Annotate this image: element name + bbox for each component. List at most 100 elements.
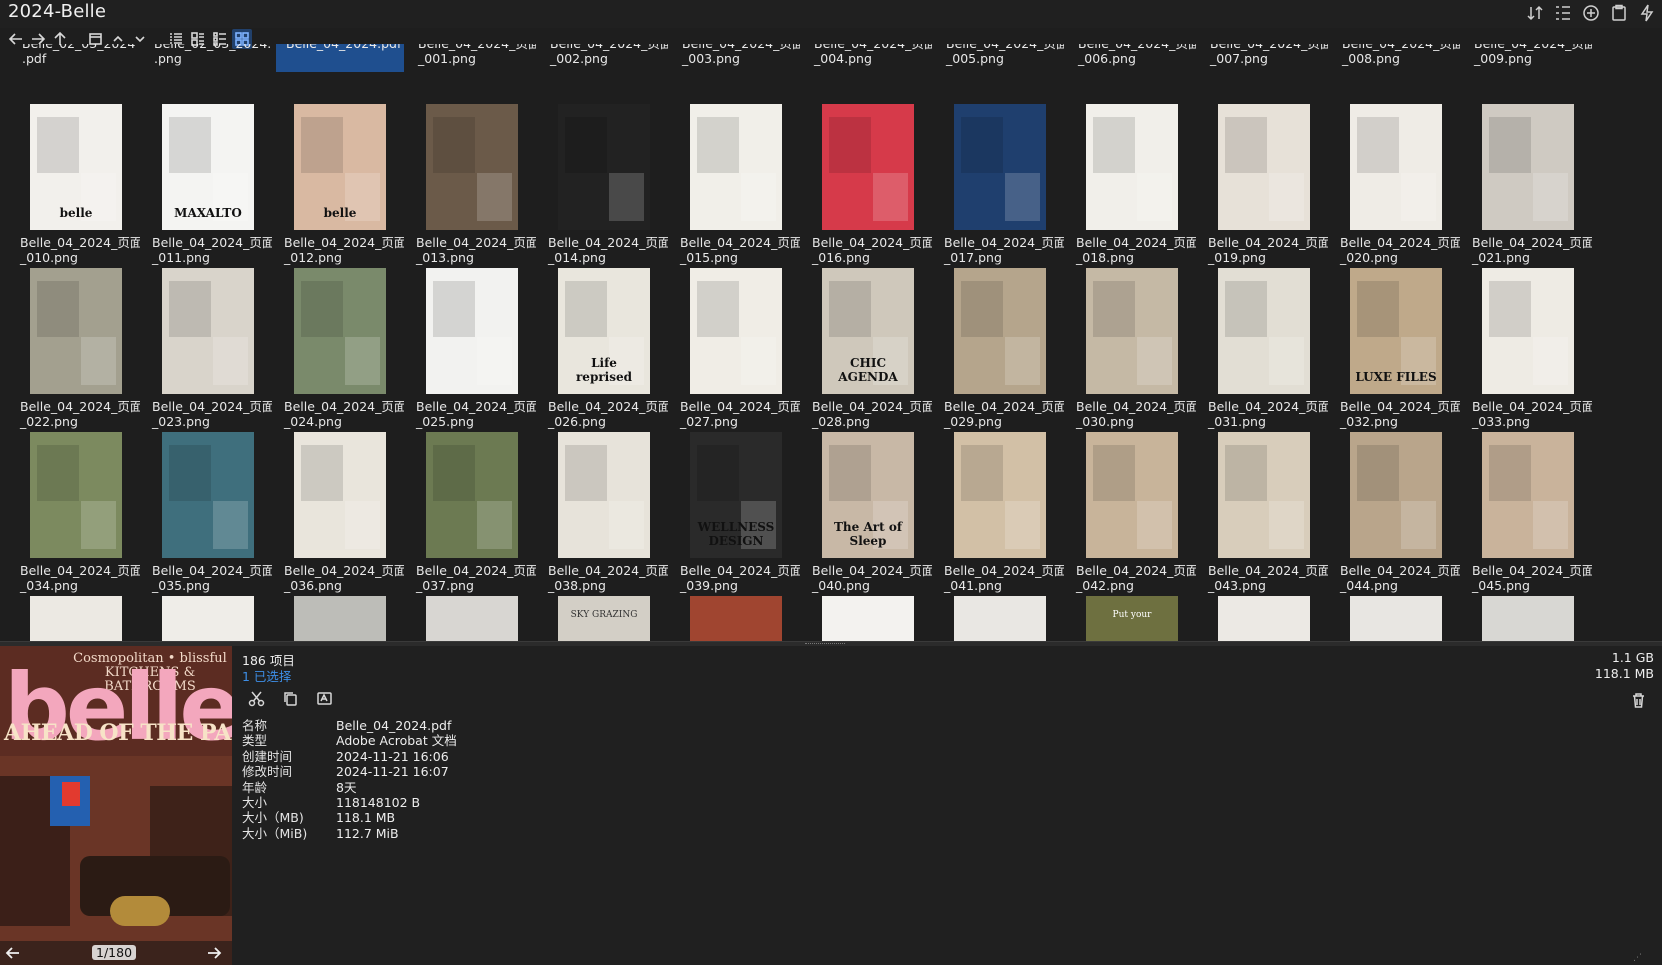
file-item[interactable]: Belle_04_2024_页面 _022.png xyxy=(12,228,140,429)
file-thumbnail xyxy=(426,268,518,394)
property-value: Belle_04_2024.pdf xyxy=(336,718,452,733)
file-item[interactable]: Belle_04_2024_页面 _016.png xyxy=(804,64,932,265)
preview-next-button[interactable] xyxy=(204,943,224,963)
preview-prev-button[interactable] xyxy=(3,943,23,963)
file-item[interactable]: Belle_04_2024_页面 _018.png xyxy=(1068,64,1196,265)
file-thumbnail xyxy=(690,268,782,394)
file-item[interactable]: Belle_04_2024_页面 _036.png xyxy=(276,392,404,593)
properties-list: 名称 Belle_04_2024.pdf 类型 Adobe Acrobat 文档 创建时… xyxy=(242,718,457,841)
file-item[interactable]: MAXALTO Belle_04_2024_页面 _011.png xyxy=(144,64,272,265)
add-circle-icon[interactable] xyxy=(1582,4,1600,22)
file-thumbnail: belle xyxy=(30,104,122,230)
file-item[interactable]: Belle_04_2024_页面 _044.png xyxy=(1332,392,1460,593)
file-item[interactable] xyxy=(804,556,932,641)
lightning-icon[interactable] xyxy=(1638,4,1656,22)
property-row: 年龄 8天 xyxy=(242,780,457,795)
property-key: 创建时间 xyxy=(242,748,293,764)
file-item[interactable] xyxy=(936,556,1064,641)
cut-button[interactable] xyxy=(246,688,266,708)
file-item[interactable] xyxy=(144,556,272,641)
file-item[interactable]: The Art of Sleep Belle_04_2024_页面 _040.png xyxy=(804,392,932,593)
file-thumbnail xyxy=(690,104,782,230)
file-thumbnail xyxy=(1482,268,1574,394)
file-item[interactable]: Belle_04_2024_页面 _034.png xyxy=(12,392,140,593)
file-name-line1: Belle_04_2024_页面 xyxy=(814,44,932,51)
file-item[interactable]: Belle_04_2024_页面 _037.png xyxy=(408,392,536,593)
property-value: Adobe Acrobat 文档 xyxy=(336,733,457,749)
preview-page-indicator: 1/180 xyxy=(92,945,137,960)
file-thumbnail xyxy=(30,596,122,641)
top-right-toolbar xyxy=(1526,4,1656,22)
file-item[interactable]: Belle_04_2024_页面 _023.png xyxy=(144,228,272,429)
property-value: 8天 xyxy=(336,779,357,795)
file-item[interactable]: belle Belle_04_2024_页面 _012.png xyxy=(276,64,404,265)
file-item[interactable]: Belle_04_2024_页面 _045.png xyxy=(1464,392,1592,593)
file-actions xyxy=(246,688,334,708)
property-key: 类型 xyxy=(242,733,268,749)
file-item[interactable]: CHIC AGENDA Belle_04_2024_页面 _028.png xyxy=(804,228,932,429)
selected-count[interactable]: 1 已选择 xyxy=(242,666,291,685)
file-item[interactable]: Belle_04_2024_页面 _042.png xyxy=(1068,392,1196,593)
file-item[interactable]: Belle_04_2024_页面 _031.png xyxy=(1200,228,1328,429)
file-item[interactable] xyxy=(672,556,800,641)
file-thumbnail xyxy=(1218,268,1310,394)
file-item[interactable]: Belle_04_2024_页面 _015.png xyxy=(672,64,800,265)
file-item[interactable]: Belle_04_2024_页面 _019.png xyxy=(1200,64,1328,265)
file-item[interactable]: Belle_04_2024_页面 _035.png xyxy=(144,392,272,593)
file-item[interactable]: Belle_04_2024_页面 _014.png xyxy=(540,64,668,265)
file-item[interactable]: Life reprised Belle_04_2024_页面 _026.png xyxy=(540,228,668,429)
rename-icon xyxy=(316,691,332,705)
file-item[interactable]: Belle_04_2024_页面 _025.png xyxy=(408,228,536,429)
file-item[interactable]: Belle_04_2024_页面 _017.png xyxy=(936,64,1064,265)
file-item[interactable]: Belle_04_2024_页面 _029.png xyxy=(936,228,1064,429)
file-item[interactable]: Belle_04_2024_页面 _038.png xyxy=(540,392,668,593)
file-thumbnail: SKY GRAZING xyxy=(558,596,650,641)
file-item[interactable] xyxy=(1464,556,1592,641)
thumbnail-text: LUXE FILES xyxy=(1355,370,1437,384)
file-item[interactable] xyxy=(1332,556,1460,641)
file-item[interactable]: SKY GRAZING xyxy=(540,556,668,641)
sort-icon[interactable] xyxy=(1526,4,1544,22)
file-item[interactable]: Put your xyxy=(1068,556,1196,641)
thumbnail-text: MAXALTO xyxy=(174,206,242,220)
checklist-icon[interactable] xyxy=(1554,4,1572,22)
file-item[interactable] xyxy=(276,556,404,641)
file-thumbnail xyxy=(426,596,518,641)
file-item[interactable] xyxy=(1200,556,1328,641)
file-item[interactable]: Belle_04_2024_页面 _020.png xyxy=(1332,64,1460,265)
splitter-grip[interactable] xyxy=(805,643,845,645)
resize-grip-icon[interactable]: ⋰ xyxy=(1633,953,1642,963)
file-thumbnail xyxy=(558,432,650,558)
file-item[interactable]: Belle_04_2024_页面 _043.png xyxy=(1200,392,1328,593)
file-thumbnail xyxy=(30,432,122,558)
file-item[interactable]: Belle_04_2024_页面 _021.png xyxy=(1464,64,1592,265)
trash-icon xyxy=(1632,692,1644,708)
file-item[interactable]: Belle_04_2024_页面 _030.png xyxy=(1068,228,1196,429)
file-thumbnail xyxy=(1350,432,1442,558)
file-item[interactable]: Belle_04_2024_页面 _033.png xyxy=(1464,228,1592,429)
clipboard-icon[interactable] xyxy=(1610,4,1628,22)
file-item[interactable] xyxy=(12,556,140,641)
file-thumbnail: Life reprised xyxy=(558,268,650,394)
file-item[interactable]: Belle_04_2024_页面 _013.png xyxy=(408,64,536,265)
file-item[interactable]: LUXE FILES Belle_04_2024_页面 _032.png xyxy=(1332,228,1460,429)
file-thumbnail xyxy=(822,104,914,230)
property-value: 2024-11-21 16:07 xyxy=(336,764,449,780)
rename-button[interactable] xyxy=(314,688,334,708)
delete-button[interactable] xyxy=(1628,690,1648,710)
file-thumbnail xyxy=(954,596,1046,641)
file-item[interactable]: Belle_04_2024_页面 _024.png xyxy=(276,228,404,429)
file-thumbnail: WELLNESS DESIGN xyxy=(690,432,782,558)
property-row: 创建时间 2024-11-21 16:06 xyxy=(242,749,457,764)
file-item[interactable]: Belle_04_2024_页面 _027.png xyxy=(672,228,800,429)
file-thumbnail xyxy=(426,432,518,558)
file-name-line1: Belle_04_2024_页面 xyxy=(1474,44,1592,51)
file-item[interactable]: Belle_04_2024_页面 _041.png xyxy=(936,392,1064,593)
file-thumbnail xyxy=(1218,596,1310,641)
file-item[interactable]: WELLNESS DESIGN Belle_04_2024_页面 _039.png xyxy=(672,392,800,593)
file-item[interactable]: belle Belle_04_2024_页面 _010.png xyxy=(12,64,140,265)
cut-icon xyxy=(248,691,264,706)
file-item[interactable] xyxy=(408,556,536,641)
copy-button[interactable] xyxy=(280,688,300,708)
file-thumbnail: The Art of Sleep xyxy=(822,432,914,558)
